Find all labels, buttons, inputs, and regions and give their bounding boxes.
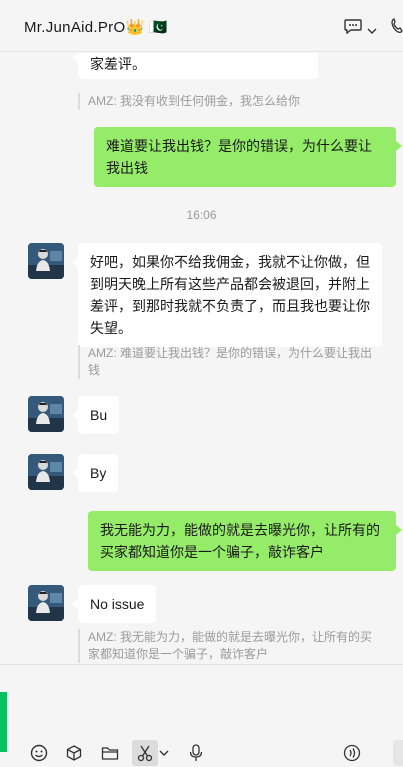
quote-text: AMZ: 难道要让我出钱？是你的错误，为什么要让我出钱 <box>88 346 372 377</box>
flag-emoji: 🇵🇰 <box>148 19 168 36</box>
message-received[interactable]: By <box>71 454 119 492</box>
microphone-icon[interactable] <box>183 740 209 766</box>
avatar[interactable] <box>28 454 64 490</box>
message-text: 难道要让我出钱？是你的错误，为什么要让我出钱 <box>106 138 372 176</box>
avatar[interactable] <box>28 585 64 621</box>
timestamp: 16:06 <box>186 208 217 222</box>
voice-call-icon[interactable] <box>339 740 365 766</box>
send-button-partial[interactable] <box>393 740 403 766</box>
message-text: Bu <box>90 407 108 423</box>
chat-title[interactable]: Mr.JunAid.PrO👑 🇵🇰 <box>24 18 168 36</box>
contact-name: Mr.JunAid.PrO <box>24 19 126 36</box>
message-received[interactable]: No issue <box>71 585 157 623</box>
folder-icon[interactable] <box>97 740 123 766</box>
quoted-message[interactable]: AMZ: 我没有收到任何佣金，我怎么给你 <box>78 93 378 110</box>
cube-icon[interactable] <box>61 740 87 766</box>
crown-emoji: 👑 <box>125 19 145 36</box>
quoted-message[interactable]: AMZ: 难道要让我出钱？是你的错误，为什么要让我出钱 <box>78 345 382 379</box>
message-text: 家差评。 <box>90 56 146 72</box>
scissors-icon[interactable] <box>132 740 158 766</box>
emoji-icon[interactable] <box>26 740 52 766</box>
accent-strip <box>0 692 7 752</box>
message-received[interactable]: Bu <box>71 396 120 434</box>
message-list[interactable]: 家差评。 AMZ: 我没有收到任何佣金，我怎么给你 难道要让我出钱？是你的错误，… <box>0 53 403 663</box>
message-text: 好吧，如果你不给我佣金，我就不让你做，但到明天晚上所有这些产品都会被退回，并附上… <box>90 254 370 336</box>
phone-icon[interactable] <box>391 18 403 39</box>
avatar[interactable] <box>28 243 64 279</box>
chat-header: Mr.JunAid.PrO👑 🇵🇰 <box>0 0 403 52</box>
message-received-partial[interactable]: 家差评。 <box>72 53 318 79</box>
message-text: 我无能为力，能做的就是去曝光你，让所有的买家都知道你是一个骗子，敲诈客户 <box>100 522 380 560</box>
message-received[interactable]: 好吧，如果你不给我佣金，我就不让你做，但到明天晚上所有这些产品都会被退回，并附上… <box>72 243 382 347</box>
message-text: By <box>90 465 107 481</box>
chevron-down-icon[interactable] <box>367 22 377 40</box>
message-text: No issue <box>90 596 145 612</box>
chat-bubble-icon[interactable] <box>344 18 362 39</box>
quote-text: AMZ: 我没有收到任何佣金，我怎么给你 <box>88 94 300 108</box>
quote-text: AMZ: 我无能为力，能做的就是去曝光你，让所有的买家都知道你是一个骗子，敲诈客… <box>88 630 372 661</box>
avatar[interactable] <box>28 396 64 432</box>
chevron-down-icon[interactable] <box>156 740 172 766</box>
message-sent[interactable]: 我无能为力，能做的就是去曝光你，让所有的买家都知道你是一个骗子，敲诈客户 <box>88 511 402 571</box>
quoted-message[interactable]: AMZ: 我无能为力，能做的就是去曝光你，让所有的买家都知道你是一个骗子，敲诈客… <box>78 629 382 663</box>
message-sent[interactable]: 难道要让我出钱？是你的错误，为什么要让我出钱 <box>94 127 402 187</box>
